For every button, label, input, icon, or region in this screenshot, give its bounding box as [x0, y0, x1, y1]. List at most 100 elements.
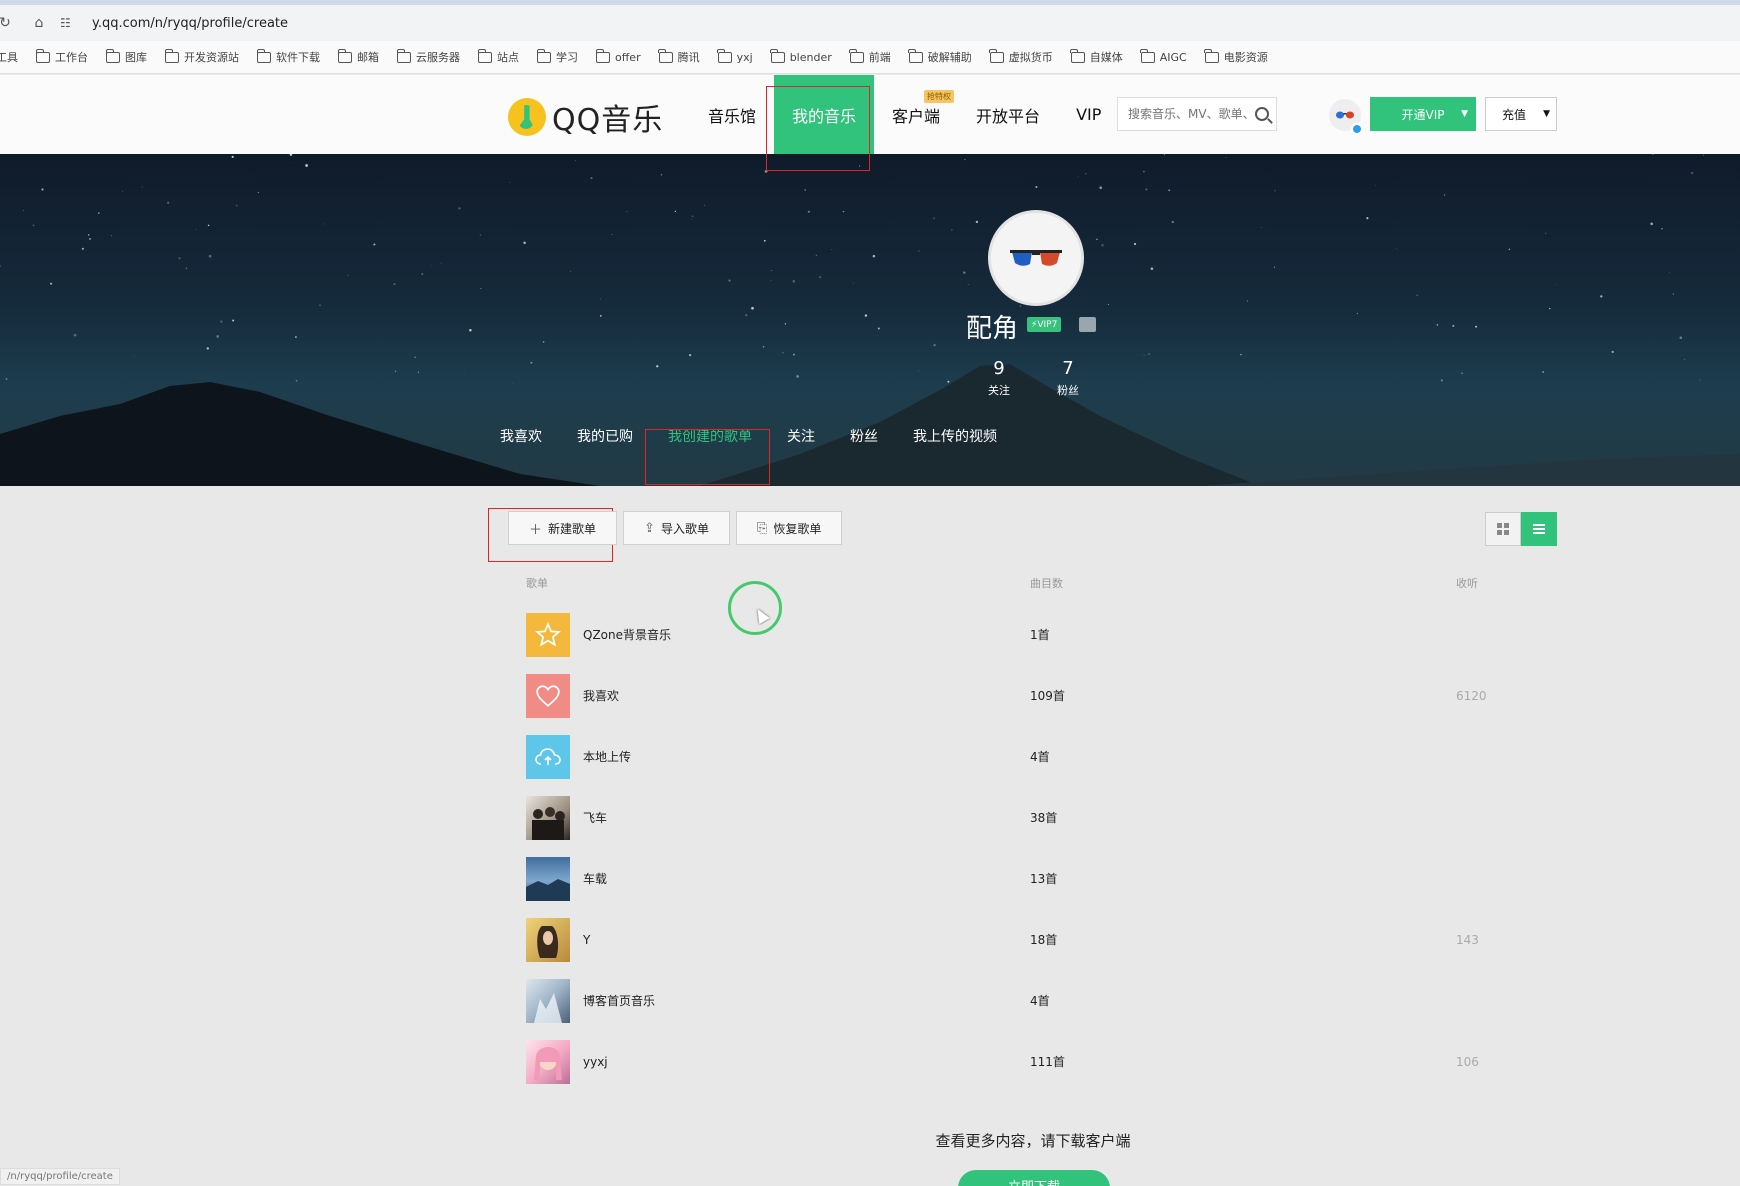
folder-icon	[396, 48, 411, 63]
recharge-button[interactable]: 充值 ▼	[1485, 97, 1557, 131]
vip-dropdown-icon[interactable]: ▼	[1461, 109, 1468, 119]
nav-music-hall[interactable]: 音乐馆	[690, 75, 774, 154]
open-vip-button[interactable]: 开通VIP ▼	[1370, 97, 1476, 131]
tab-liked[interactable]: 我喜欢	[500, 426, 542, 446]
restore-playlist-button[interactable]: ⎘ 恢复歌单	[735, 511, 843, 545]
star-cover-icon[interactable]	[526, 612, 570, 657]
sunglasses-icon	[1336, 111, 1354, 119]
url-box[interactable]: ☷ y.qq.com/n/ryqq/profile/create	[60, 9, 1740, 37]
table-row[interactable]: Y 18首 143	[508, 909, 1558, 970]
bookmark-item[interactable]: yxj	[717, 48, 753, 64]
vip-year-badge[interactable]	[1079, 317, 1096, 332]
nav-client[interactable]: 客户端 抢特权	[874, 75, 958, 154]
url-text[interactable]: y.qq.com/n/ryqq/profile/create	[92, 16, 288, 31]
grid-icon	[1497, 523, 1509, 535]
bookmark-item[interactable]: 工具	[0, 49, 18, 65]
playlist-name[interactable]: Y	[583, 933, 590, 947]
search-icon[interactable]	[1255, 107, 1269, 121]
qq-music-logo[interactable]: QQ音乐	[508, 95, 663, 139]
table-row[interactable]: yyxj 111首 106	[508, 1031, 1558, 1092]
folder-icon	[1140, 48, 1155, 63]
nav-my-music[interactable]: 我的音乐	[774, 75, 875, 154]
y-cover-image[interactable]	[526, 917, 570, 962]
header-avatar[interactable]	[1329, 99, 1363, 135]
profile-avatar[interactable]	[988, 210, 1084, 306]
heart-cover-icon[interactable]	[526, 673, 570, 718]
playlist-plays: 6120	[1456, 688, 1487, 703]
tab-purchased[interactable]: 我的已购	[577, 426, 633, 446]
bookmark-item[interactable]: 学习	[536, 48, 578, 65]
notification-dot	[1351, 123, 1363, 135]
bookmark-item[interactable]: 邮箱	[337, 48, 379, 65]
bookmark-item[interactable]: 电影资源	[1204, 48, 1268, 65]
bookmark-item[interactable]: 软件下载	[256, 48, 320, 65]
playlist-count: 111首	[1030, 1055, 1065, 1069]
table-row[interactable]: 飞车 38首	[508, 787, 1558, 848]
folder-icon	[595, 48, 610, 63]
col-head-count: 曲目数	[1030, 577, 1063, 590]
recharge-dropdown-icon[interactable]: ▼	[1543, 109, 1550, 119]
new-playlist-button[interactable]: ＋新建歌单	[508, 511, 618, 545]
folder-icon	[849, 48, 864, 63]
table-row[interactable]: QZone背景音乐 1首	[508, 604, 1558, 665]
blog-music-cover-image[interactable]	[526, 978, 570, 1023]
download-now-button[interactable]: 立即下载	[958, 1170, 1110, 1186]
import-playlist-button[interactable]: ⇪ 导入歌单	[623, 511, 730, 545]
playlist-name[interactable]: 飞车	[583, 809, 607, 826]
col-head-playlist: 歌单	[526, 577, 548, 590]
folder-icon	[337, 48, 352, 63]
bookmark-item[interactable]: 开发资源站	[164, 48, 239, 65]
table-row[interactable]: 本地上传 4首	[508, 726, 1558, 787]
upload-icon: ⇪	[644, 520, 655, 536]
playlist-name[interactable]: 车载	[583, 870, 607, 887]
bookmark-item[interactable]: AIGC	[1140, 48, 1187, 64]
car-cover-image[interactable]	[526, 856, 570, 901]
fans-stat[interactable]: 7 粉丝	[1043, 358, 1093, 398]
bookmark-item[interactable]: offer	[595, 48, 641, 64]
folder-icon	[35, 48, 50, 63]
bookmark-item[interactable]: 图库	[105, 48, 147, 65]
vip-level-badge[interactable]: ⚡ VIP7	[1027, 317, 1062, 332]
bookmark-item[interactable]: 虚拟货币	[989, 48, 1053, 65]
bookmark-item[interactable]: 云服务器	[396, 48, 460, 65]
racing-cover-image[interactable]	[526, 795, 570, 840]
search-input[interactable]	[1128, 107, 1253, 121]
playlist-name[interactable]: 我喜欢	[583, 687, 619, 704]
home-icon[interactable]: ⌂	[26, 10, 52, 36]
playlist-name[interactable]: yyxj	[583, 1055, 608, 1069]
reload-icon[interactable]: ↻	[0, 10, 18, 36]
search-box[interactable]	[1117, 97, 1277, 131]
playlist-name[interactable]: 博客首页音乐	[583, 992, 655, 1009]
col-head-plays: 收听	[1456, 577, 1478, 590]
bookmark-item[interactable]: 破解辅助	[908, 48, 972, 65]
tab-following[interactable]: 关注	[787, 426, 815, 446]
bookmark-item[interactable]: 自媒体	[1070, 48, 1123, 65]
tab-uploaded-videos[interactable]: 我上传的视频	[913, 426, 997, 446]
playlist-list: QZone背景音乐 1首 我喜欢 109首 6120 本地上传 4首 飞车 38…	[508, 604, 1558, 1092]
table-row[interactable]: 我喜欢 109首 6120	[508, 665, 1558, 726]
tab-fans[interactable]: 粉丝	[850, 426, 878, 446]
tab-created-playlists[interactable]: 我创建的歌单	[668, 426, 752, 446]
bookmark-item[interactable]: 腾讯	[658, 48, 700, 65]
following-stat[interactable]: 9 关注	[974, 358, 1024, 398]
nav-open-platform[interactable]: 开放平台	[958, 75, 1058, 154]
playlist-name[interactable]: QZone背景音乐	[583, 626, 671, 643]
table-row[interactable]: 车载 13首	[508, 848, 1558, 909]
playlist-count: 1首	[1030, 628, 1050, 642]
bookmark-item[interactable]: 工作台	[35, 48, 88, 65]
nav-vip[interactable]: VIP	[1058, 75, 1119, 154]
folder-icon	[908, 48, 923, 63]
bookmark-item[interactable]: 站点	[477, 48, 519, 65]
table-row[interactable]: 博客首页音乐 4首	[508, 970, 1558, 1031]
playlist-toolbar: ＋新建歌单 ⇪ 导入歌单 ⎘ 恢复歌单	[508, 511, 848, 545]
folder-icon	[1070, 48, 1085, 63]
bookmark-item[interactable]: 前端	[849, 48, 891, 65]
click-indicator-ring	[728, 581, 782, 635]
playlist-name[interactable]: 本地上传	[583, 748, 631, 765]
cloud-upload-cover-icon[interactable]	[526, 734, 570, 779]
list-view-button[interactable]	[1521, 512, 1557, 546]
yyxj-cover-image[interactable]	[526, 1039, 570, 1084]
grid-view-button[interactable]	[1485, 512, 1521, 546]
bookmark-item[interactable]: blender	[770, 48, 832, 64]
site-settings-icon[interactable]: ☷	[60, 16, 84, 30]
